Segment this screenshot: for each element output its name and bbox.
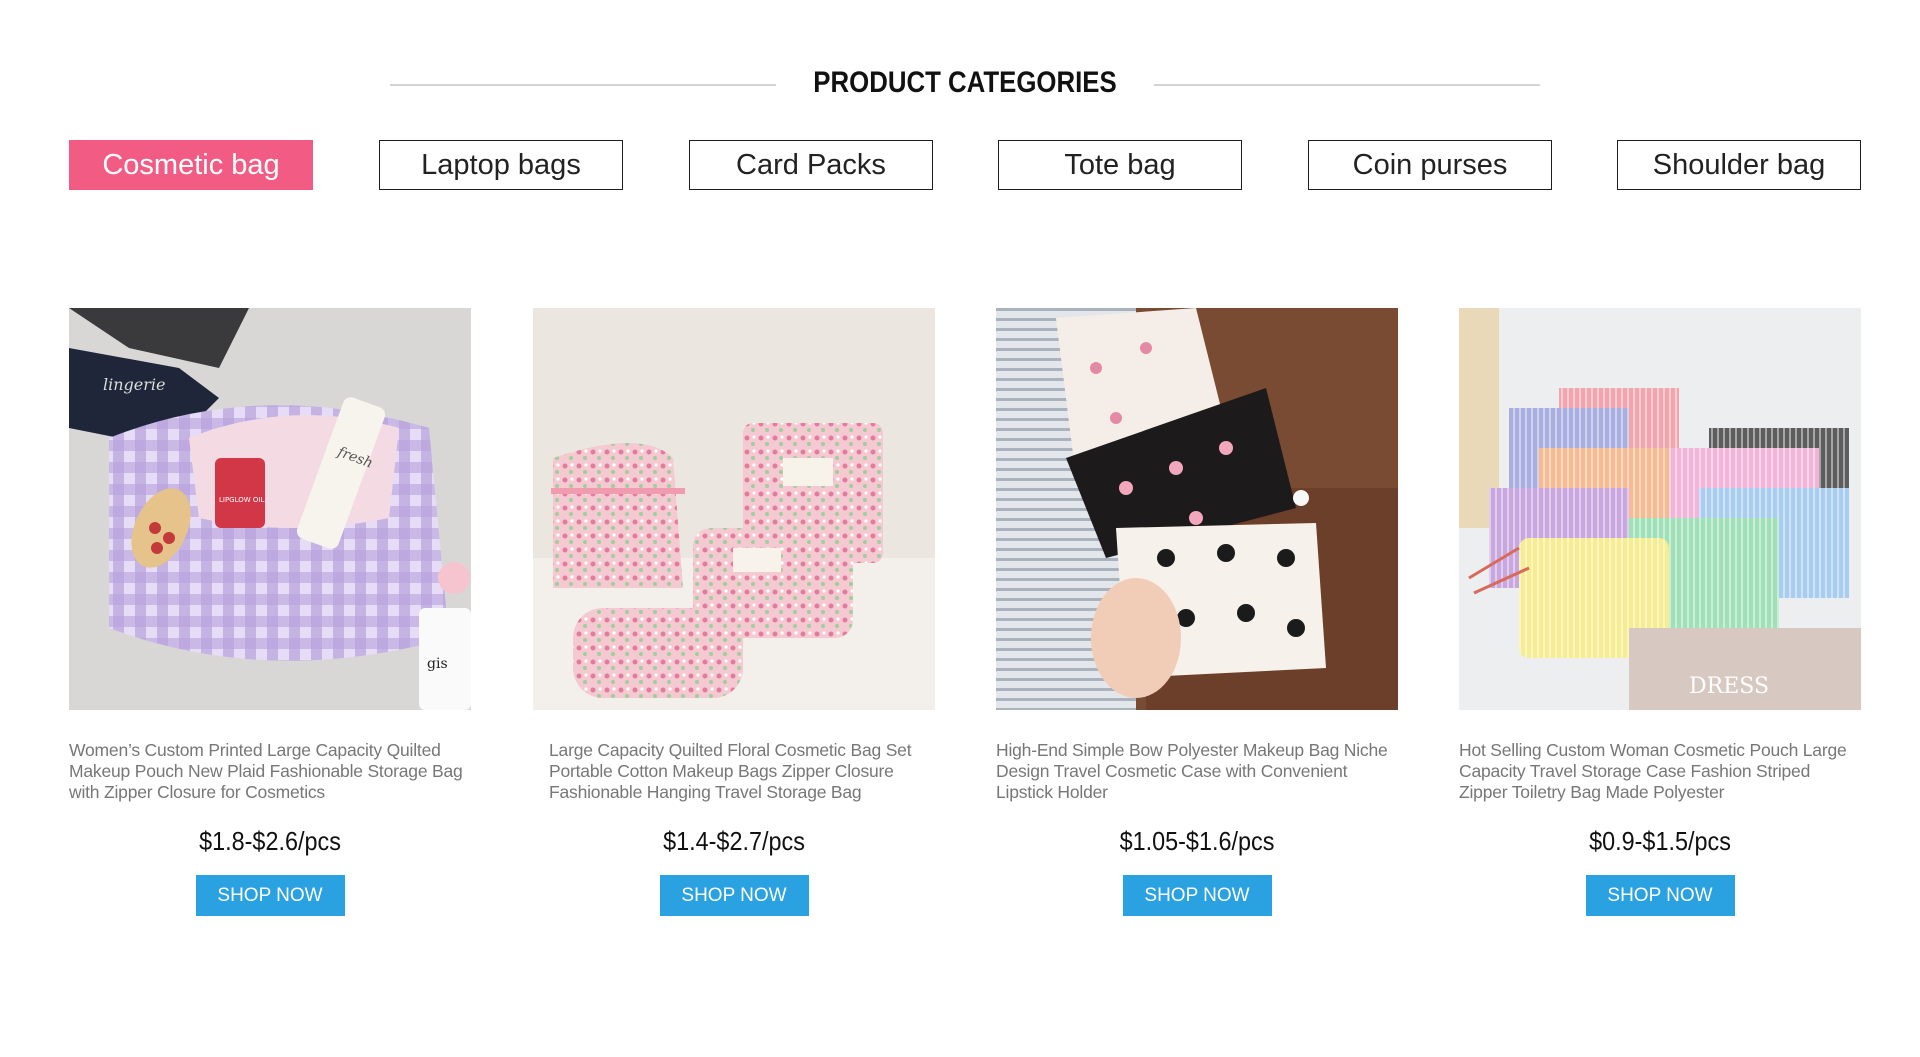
shop-now-button[interactable]: SHOP NOW (1585, 875, 1735, 916)
striped-cosmetic-pouch-image: DRESS (1459, 308, 1861, 710)
product-categories-page: PRODUCT CATEGORIES Cosmetic bag Laptop b… (0, 0, 1920, 1057)
box-label: lingerie (103, 375, 165, 394)
tab-laptop-bags[interactable]: Laptop bags (379, 140, 623, 190)
tab-tote-bag[interactable]: Tote bag (998, 140, 1242, 190)
heading-divider-right (1154, 84, 1540, 86)
tab-cosmetic-bag[interactable]: Cosmetic bag (69, 140, 313, 190)
product-image[interactable]: DRESS (1459, 308, 1861, 710)
section-title: PRODUCT CATEGORIES (813, 66, 1117, 99)
product-price: $1.8-$2.6/pcs (199, 826, 341, 856)
product-card: lingerie fresh LIPGLOW OIL gis Women’s C… (69, 308, 471, 916)
shop-now-button[interactable]: SHOP NOW (1122, 875, 1272, 916)
jar-label: gis (427, 656, 448, 672)
tab-coin-purses[interactable]: Coin purses (1308, 140, 1552, 190)
shop-now-button[interactable]: SHOP NOW (195, 875, 345, 916)
product-title[interactable]: Women’s Custom Printed Large Capacity Qu… (69, 740, 471, 806)
product-card: DRESS Hot Selling Custom Woman Cosmetic … (1459, 308, 1861, 916)
plaid-makeup-pouch-image: lingerie fresh LIPGLOW OIL gis (69, 308, 471, 710)
product-image[interactable] (996, 308, 1398, 710)
shop-now-button[interactable]: SHOP NOW (659, 875, 809, 916)
section-heading: PRODUCT CATEGORIES (390, 62, 1540, 106)
product-card: Large Capacity Quilted Floral Cosmetic B… (533, 308, 935, 916)
tab-shoulder-bag[interactable]: Shoulder bag (1617, 140, 1861, 190)
product-card: High-End Simple Bow Polyester Makeup Bag… (996, 308, 1398, 916)
product-title[interactable]: High-End Simple Bow Polyester Makeup Bag… (996, 740, 1398, 806)
product-image[interactable] (533, 308, 935, 710)
product-price: $1.4-$2.7/pcs (663, 826, 805, 856)
product-price: $1.05-$1.6/pcs (1119, 826, 1275, 856)
tab-card-packs[interactable]: Card Packs (689, 140, 933, 190)
bow-makeup-bag-image (996, 308, 1398, 710)
product-image[interactable]: lingerie fresh LIPGLOW OIL gis (69, 308, 471, 710)
product-title[interactable]: Large Capacity Quilted Floral Cosmetic B… (533, 740, 935, 806)
floral-cosmetic-bag-set-image (533, 308, 935, 710)
magazine-label: DRESS (1689, 674, 1769, 699)
bottle-label: LIPGLOW OIL (219, 496, 264, 504)
product-price: $0.9-$1.5/pcs (1589, 826, 1731, 856)
product-title[interactable]: Hot Selling Custom Woman Cosmetic Pouch … (1459, 740, 1861, 806)
